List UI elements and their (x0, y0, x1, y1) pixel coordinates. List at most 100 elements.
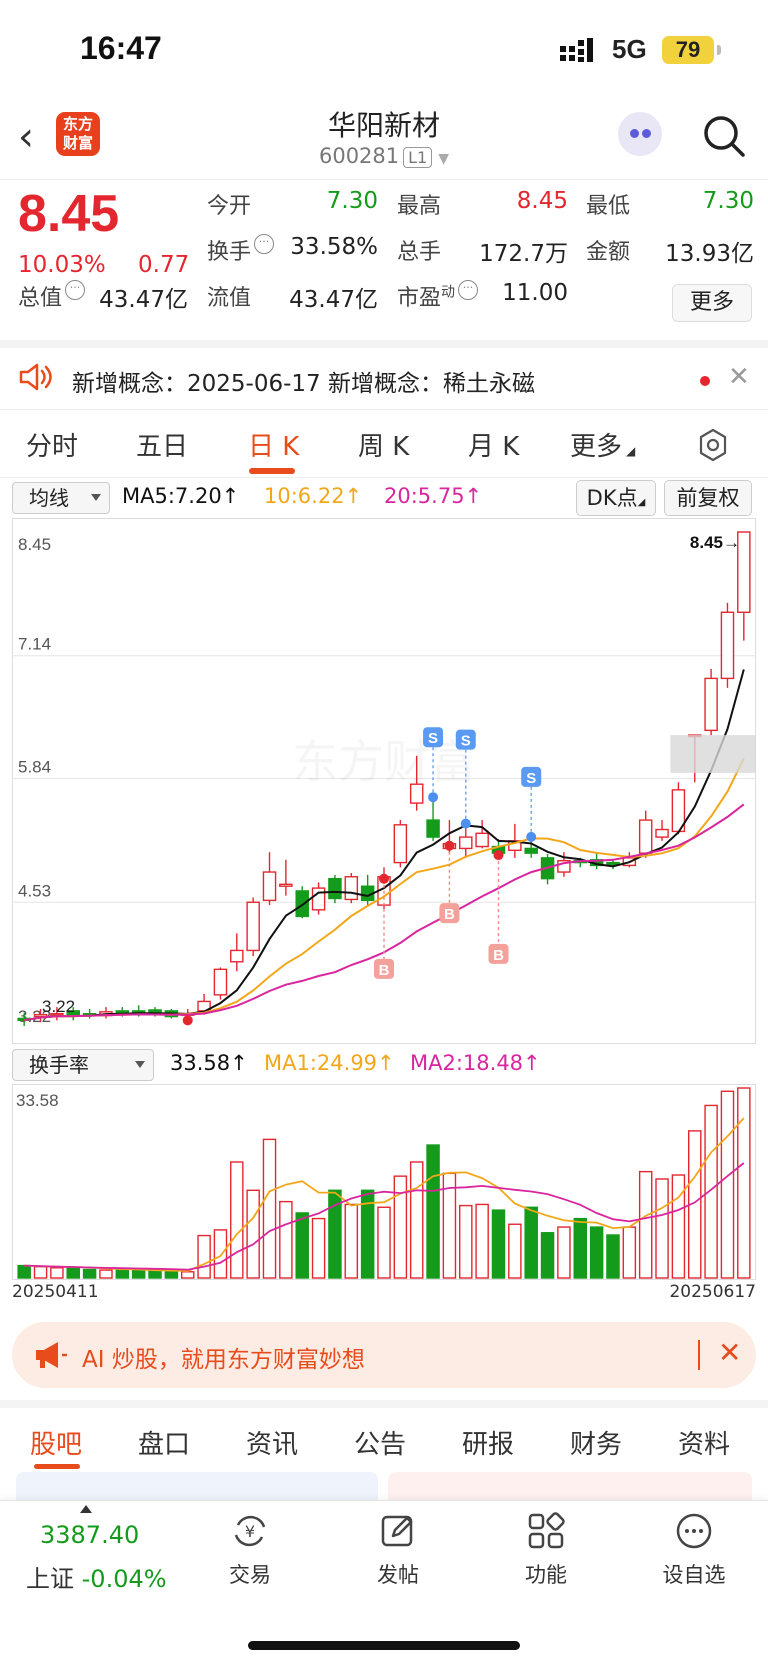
candle-body (459, 836, 473, 850)
turnover-legend: 换手率 33.58↑ MA1:24.99↑ MA2:18.48↑ (0, 1047, 768, 1083)
triangle-icon: ◢ (626, 444, 636, 458)
nav-trade-label: 交易 (229, 1563, 271, 1587)
turnover-bar (524, 1206, 538, 1279)
candle-body (606, 861, 620, 866)
tab-monthly-k[interactable]: 月 K (468, 426, 519, 463)
value-turnover: 33.58% (290, 234, 378, 260)
home-indicator (248, 1641, 520, 1650)
nav-functions[interactable]: 功能 (496, 1511, 596, 1589)
turnover-bar (344, 1203, 359, 1279)
y-tick-label: 5.84 (18, 758, 51, 777)
index-change: -0.04% (81, 1565, 167, 1593)
tab-weekly-k[interactable]: 周 K (358, 426, 409, 463)
candle-body (655, 828, 669, 838)
tab-news[interactable]: 资讯 (246, 1424, 298, 1461)
period-tabs: 分时 五日 日 K 周 K 月 K 更多 ◢ (0, 412, 768, 478)
more-button[interactable]: 更多 (672, 284, 752, 322)
expand-up-icon[interactable] (80, 1505, 92, 1513)
turnover-bar (164, 1271, 179, 1279)
price-band (670, 735, 756, 773)
tab-pankou[interactable]: 盘口 (138, 1424, 190, 1461)
tab-five-day[interactable]: 五日 (136, 426, 188, 463)
turnover-bar (197, 1234, 211, 1279)
candle-body (393, 824, 408, 864)
level-badge: L1 (403, 146, 433, 168)
adjust-button[interactable]: 前复权 (664, 480, 752, 516)
info-ellipsis-icon[interactable]: ··· (65, 280, 86, 300)
sub-indicator-label: 换手率 (29, 1053, 89, 1077)
turnover-bar (279, 1200, 293, 1279)
indicator-selector[interactable]: 均线 (12, 482, 110, 514)
index-value[interactable]: 3387.40 (40, 1521, 139, 1549)
sell-signal-dot (460, 818, 471, 829)
chevron-down-icon: ▼ (438, 151, 450, 167)
close-icon[interactable]: ✕ (728, 362, 750, 392)
indicator-selector-label: 均线 (29, 486, 69, 510)
tab-research[interactable]: 研报 (462, 1424, 514, 1461)
turnover-bar (377, 1206, 391, 1279)
network-type: 5G (612, 34, 647, 64)
candle-body (409, 783, 424, 804)
candlestick-chart[interactable]: 8.457.145.844.533.22东方财富BSBSBS8.45→3.22 (12, 518, 756, 1044)
assistant-robot-icon[interactable] (618, 112, 662, 156)
unread-dot (700, 376, 710, 386)
pe-superscript: 动 (441, 284, 456, 301)
label-float-mv: 流值 (207, 286, 252, 311)
sub-indicator-selector[interactable]: 换手率 (12, 1049, 154, 1081)
search-icon[interactable] (700, 112, 748, 160)
turnover-bar (99, 1269, 113, 1279)
label-turnover: 换手 ··· (207, 234, 275, 266)
candle-body (213, 968, 228, 996)
turnover-bar (573, 1217, 588, 1279)
current-price: 8.45 (18, 185, 120, 243)
turnover-bar (115, 1269, 130, 1279)
tab-more[interactable]: 更多 ◢ (570, 426, 635, 463)
gear-icon[interactable] (696, 428, 730, 462)
label-total-mv: 总值 ··· (18, 280, 86, 312)
turnover-bar (66, 1267, 80, 1279)
index-name[interactable]: 上证 -0.04% (26, 1559, 167, 1594)
tab-finance[interactable]: 财务 (570, 1424, 622, 1461)
label-high: 最高 (397, 194, 442, 219)
buy-signal-dot (444, 840, 455, 851)
close-icon[interactable]: ✕ (718, 1336, 741, 1369)
tab-profile[interactable]: 资料 (678, 1424, 730, 1461)
nav-post[interactable]: 发帖 (348, 1511, 448, 1589)
turnover-bar (50, 1267, 64, 1279)
concept-notice[interactable]: 新增概念：2025-06-17 新增概念：稀土永磁 ✕ (0, 340, 768, 410)
turnover-chart[interactable]: 33.58 (12, 1084, 756, 1280)
start-date: 20250411 (12, 1282, 99, 1302)
turnover-ma1: MA1:24.99↑ (264, 1051, 395, 1075)
nav-watchlist[interactable]: 设自选 (644, 1511, 744, 1589)
sell-signal-dot (526, 831, 537, 842)
turnover-bar (295, 1212, 309, 1279)
turnover-bar (131, 1269, 146, 1279)
dk-point-button[interactable]: DK点◢ (576, 480, 656, 516)
change-percent: 10.03% (18, 252, 106, 278)
info-ellipsis-icon[interactable]: ··· (254, 234, 275, 254)
label-volume: 总手 (397, 240, 442, 265)
label-open: 今开 (207, 194, 252, 219)
tab-more-label: 更多 (570, 432, 623, 462)
buy-signal-text: B (493, 947, 504, 964)
speaker-icon (19, 363, 52, 391)
tab-intraday[interactable]: 分时 (26, 426, 78, 463)
ai-ad-banner[interactable]: AI 炒股，就用东方财富妙想 ✕ (12, 1322, 756, 1388)
battery-tip (717, 45, 721, 55)
triangle-icon: ◢ (637, 497, 646, 508)
tab-guba[interactable]: 股吧 (30, 1424, 82, 1461)
volume-y-tick: 33.58 (16, 1091, 59, 1110)
turnover-bar (459, 1204, 473, 1279)
candle-body (262, 871, 277, 902)
tab-announcements[interactable]: 公告 (354, 1424, 406, 1461)
nav-trade[interactable]: ¥ 交易 (200, 1511, 300, 1589)
content-card-peek (16, 1472, 378, 1500)
turnover-bar (671, 1174, 686, 1279)
low-price-label: 3.22 (42, 997, 75, 1016)
info-ellipsis-icon[interactable]: ··· (458, 280, 479, 300)
notice-text: 新增概念：2025-06-17 新增概念：稀土永磁 (72, 371, 535, 397)
candle-body (524, 847, 538, 854)
turnover-bar (262, 1138, 277, 1279)
battery-icon: 79 (662, 36, 714, 64)
tab-daily-k[interactable]: 日 K (248, 426, 299, 463)
